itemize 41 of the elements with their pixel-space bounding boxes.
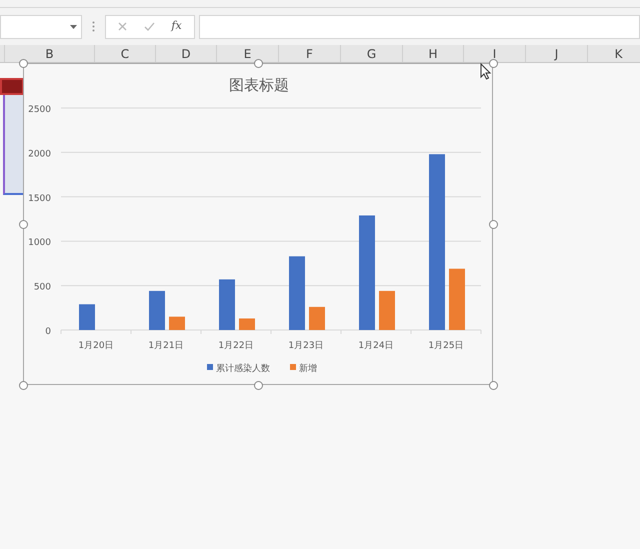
column-header[interactable]: C (94, 45, 155, 62)
formula-input[interactable] (199, 14, 640, 38)
header-cell (0, 78, 24, 95)
legend-label: 新增 (299, 364, 317, 374)
bar (449, 268, 465, 330)
bar (239, 318, 255, 330)
mouse-pointer-icon (480, 63, 492, 80)
grip-icon (92, 21, 95, 32)
column-header[interactable]: K (587, 45, 640, 62)
axis-tick-label: 500 (34, 282, 51, 293)
chart-area[interactable]: 图表标题 0 500 1000 1500 2000 2500 1月20日 1月21日 1月22日 1月23日 1月24日 1月25日 累计感染人数 新增 (23, 63, 493, 385)
column-header[interactable]: F (278, 45, 340, 62)
bar (309, 306, 325, 330)
axis-category-label: 1月25日 (428, 341, 464, 351)
column-header[interactable]: G (340, 45, 402, 62)
axis-tick-label: 2000 (28, 149, 51, 160)
bar (219, 279, 235, 330)
cancel-icon[interactable] (118, 22, 128, 31)
axis-category-label: 1月21日 (148, 341, 184, 351)
axis-category-label: 1月20日 (78, 341, 114, 351)
column-header[interactable]: H (402, 45, 463, 62)
axis-tick-label: 1500 (28, 194, 51, 204)
column-header[interactable]: J (525, 45, 587, 62)
bar (79, 304, 95, 330)
insert-function-button[interactable]: fx (171, 18, 182, 35)
axis-tick-label: 2500 (28, 105, 51, 115)
bar (379, 290, 395, 330)
bar (149, 290, 165, 330)
legend-label: 累计感染人数 (216, 364, 270, 374)
dropdown-caret-icon (70, 24, 77, 28)
axis-tick-label: 0 (45, 327, 51, 337)
axis-category-label: 1月23日 (288, 341, 324, 351)
resize-handle[interactable] (18, 380, 28, 390)
axis-category-label: 1月24日 (358, 341, 394, 351)
axis-category-label: 1月22日 (218, 341, 254, 351)
bar (169, 316, 185, 330)
chart-title: 图表标题 (229, 76, 289, 94)
resize-handle[interactable] (18, 220, 28, 228)
column-header[interactable]: D (155, 45, 216, 62)
check-icon[interactable] (144, 22, 155, 31)
axis-tick-label: 1000 (28, 238, 51, 248)
